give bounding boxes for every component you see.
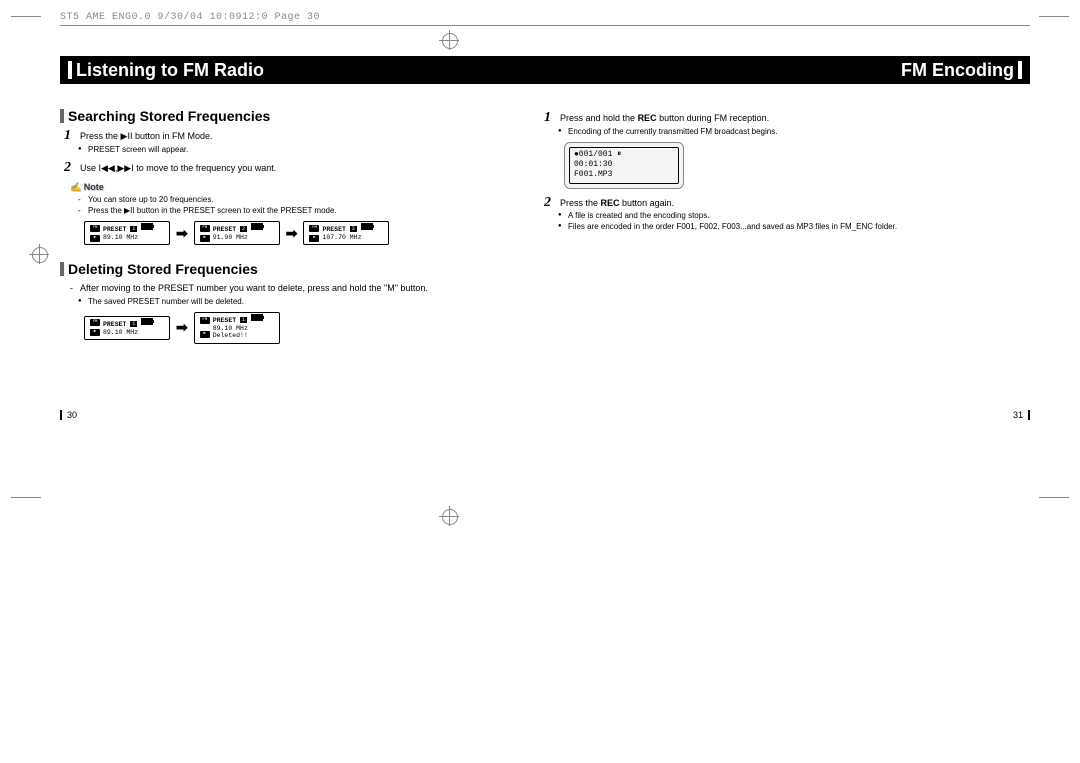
title-right: FM Encoding — [901, 61, 1022, 79]
right-page: 1Press and hold the REC button during FM… — [540, 102, 980, 350]
lcd-line2: 91.90 MHz — [213, 234, 248, 241]
lcd-line1: PRESET — [322, 226, 345, 233]
registration-mark-icon — [439, 506, 459, 526]
print-header: ST5 AME ENG0.0 9/30/04 10:0912:0 Page 30 — [60, 12, 1030, 26]
instruction-text: After moving to the PRESET number you wa… — [80, 283, 428, 293]
lcd-display: FM▶ PRESET 2 91.90 MHz — [194, 221, 280, 245]
crop-line — [1039, 497, 1069, 498]
memory-icon: ▶ — [309, 235, 319, 242]
lcd-line1: ●001/001 ⏸ — [574, 150, 674, 160]
battery-icon — [141, 318, 153, 325]
title-left: Listening to FM Radio — [68, 61, 264, 79]
fm-icon: FM — [309, 225, 319, 232]
note-item: Press the ▶II button in the PRESET scree… — [88, 206, 500, 215]
page-spread: ST5 AME ENG0.0 9/30/04 10:0912:0 Page 30… — [60, 12, 1030, 492]
crop-line — [11, 16, 41, 17]
lcd-row: FM▶ PRESET 1 89.10 MHz ➡ FM▶ PRESET 2 91… — [84, 221, 500, 245]
memory-icon: ▶ — [90, 329, 100, 336]
memory-icon: ▶ — [90, 235, 100, 242]
registration-mark-icon — [29, 244, 49, 264]
arrow-icon: ➡ — [176, 319, 188, 336]
section-heading: Deleting Stored Frequencies — [60, 261, 500, 277]
memory-icon: ▶ — [200, 331, 210, 338]
page-footer: 30 31 — [60, 410, 1030, 420]
crop-line — [11, 497, 41, 498]
page-number-right: 31 — [1013, 410, 1030, 420]
lcd-row: FM▶ PRESET 1 89.10 MHz ➡ FM▶ PRESET 1 89… — [84, 312, 500, 344]
lcd-display: FM▶ PRESET 1 89.10 MHz — [84, 221, 170, 245]
lcd-line1: PRESET — [213, 317, 236, 324]
step-text: Press the ▶II button in FM Mode. — [80, 131, 212, 141]
lcd-line2: 107.70 MHz — [322, 234, 361, 241]
fm-icon: FM — [200, 225, 210, 232]
lcd-line2: 89.10 MHz — [213, 325, 248, 332]
section-text: Searching Stored Frequencies — [68, 108, 270, 124]
instruction: -After moving to the PRESET number you w… — [80, 283, 500, 295]
step-text: Use I◀◀,▶▶I to move to the frequency you… — [80, 163, 276, 173]
lcd-line2: 89.10 MHz — [103, 234, 138, 241]
memory-icon: ▶ — [200, 235, 210, 242]
fm-icon: FM — [200, 317, 210, 324]
fm-icon: FM — [90, 225, 100, 232]
crop-line — [1039, 16, 1069, 17]
left-page: Searching Stored Frequencies 1Press the … — [60, 102, 500, 350]
step-text: Press and hold the REC button during FM … — [560, 113, 769, 123]
bullet: A file is created and the encoding stops… — [568, 211, 980, 220]
lcd-line3: Deleted!! — [213, 332, 248, 339]
page-number-left: 30 — [60, 410, 77, 420]
bullet: Encoding of the currently transmitted FM… — [568, 127, 980, 136]
bullet: PRESET screen will appear. — [88, 145, 500, 154]
arrow-icon: ➡ — [286, 225, 298, 242]
lcd-display: FM▶ PRESET 3 107.70 MHz — [303, 221, 389, 245]
battery-icon — [141, 223, 153, 230]
bullet: The saved PRESET number will be deleted. — [88, 297, 500, 306]
bullet: Files are encoded in the order F001, F00… — [568, 222, 980, 231]
lcd-line1: PRESET — [103, 226, 126, 233]
lcd-display: FM▶ PRESET 1 89.10 MHz Deleted!! — [194, 312, 280, 344]
arrow-icon: ➡ — [176, 225, 188, 242]
section-text: Deleting Stored Frequencies — [68, 261, 258, 277]
lcd-line2: 89.10 MHz — [103, 329, 138, 336]
lcd-line1: PRESET — [103, 321, 126, 328]
step: 1Press and hold the REC button during FM… — [560, 112, 980, 125]
lcd-line1: PRESET — [213, 226, 236, 233]
step-text: Press the REC button again. — [560, 198, 674, 208]
note-item: You can store up to 20 frequencies. — [88, 195, 500, 204]
battery-icon — [251, 223, 263, 230]
section-heading: Searching Stored Frequencies — [60, 108, 500, 124]
battery-icon — [361, 223, 373, 230]
lcd-display: FM▶ PRESET 1 89.10 MHz — [84, 316, 170, 340]
title-bar: Listening to FM Radio FM Encoding — [60, 56, 1030, 84]
battery-icon — [251, 314, 263, 321]
note-heading: Note — [70, 182, 500, 193]
lcd-line3: F001.MP3 — [574, 170, 674, 180]
lcd-display-large: ●001/001 ⏸ 00:01:30 F001.MP3 — [564, 142, 684, 189]
fm-icon: FM — [90, 319, 100, 326]
step: 2Press the REC button again. — [560, 197, 980, 210]
step: 1Press the ▶II button in FM Mode. — [80, 130, 500, 143]
step: 2Use I◀◀,▶▶I to move to the frequency yo… — [80, 162, 500, 175]
lcd-line2: 00:01:30 — [574, 160, 674, 170]
